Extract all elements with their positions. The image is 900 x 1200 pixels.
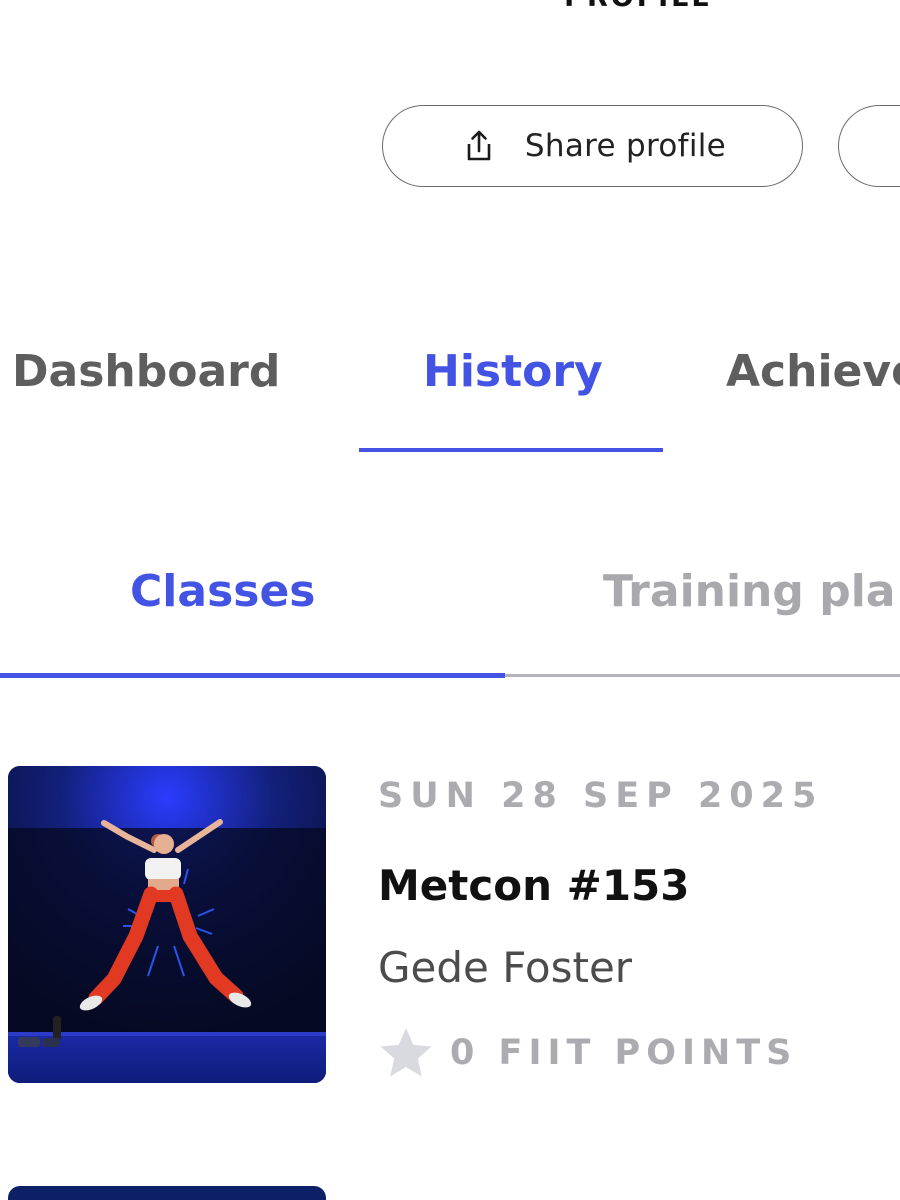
subtab-classes[interactable]: Classes (130, 560, 315, 624)
active-subtab-indicator (0, 673, 505, 678)
secondary-action-button[interactable] (838, 105, 900, 187)
profile-screen: PROFILE Share profile Dashboard History … (0, 0, 900, 1200)
share-profile-button[interactable]: Share profile (382, 105, 803, 187)
class-title: Metcon #153 (378, 861, 690, 910)
class-date: SUN 28 SEP 2025 (378, 776, 824, 816)
fiit-points-value: 0 FIIT POINTS (450, 1033, 798, 1073)
page-title: PROFILE (0, 0, 900, 18)
star-icon (380, 1028, 432, 1077)
class-thumbnail (8, 766, 326, 1083)
tab-achievements[interactable]: Achieve (726, 340, 900, 404)
active-tab-indicator (359, 448, 663, 452)
next-class-thumbnail[interactable] (8, 1186, 326, 1200)
class-trainer: Gede Foster (378, 943, 633, 992)
subtab-training-plans[interactable]: Training pla (603, 560, 895, 624)
tab-dashboard[interactable]: Dashboard (12, 340, 280, 404)
fiit-points-row: 0 FIIT POINTS (378, 1025, 797, 1081)
class-history-item[interactable]: SUN 28 SEP 2025 Metcon #153 Gede Foster … (0, 760, 900, 1100)
tab-history[interactable]: History (423, 340, 603, 404)
share-upload-icon (459, 126, 499, 166)
share-profile-label: Share profile (524, 128, 727, 164)
